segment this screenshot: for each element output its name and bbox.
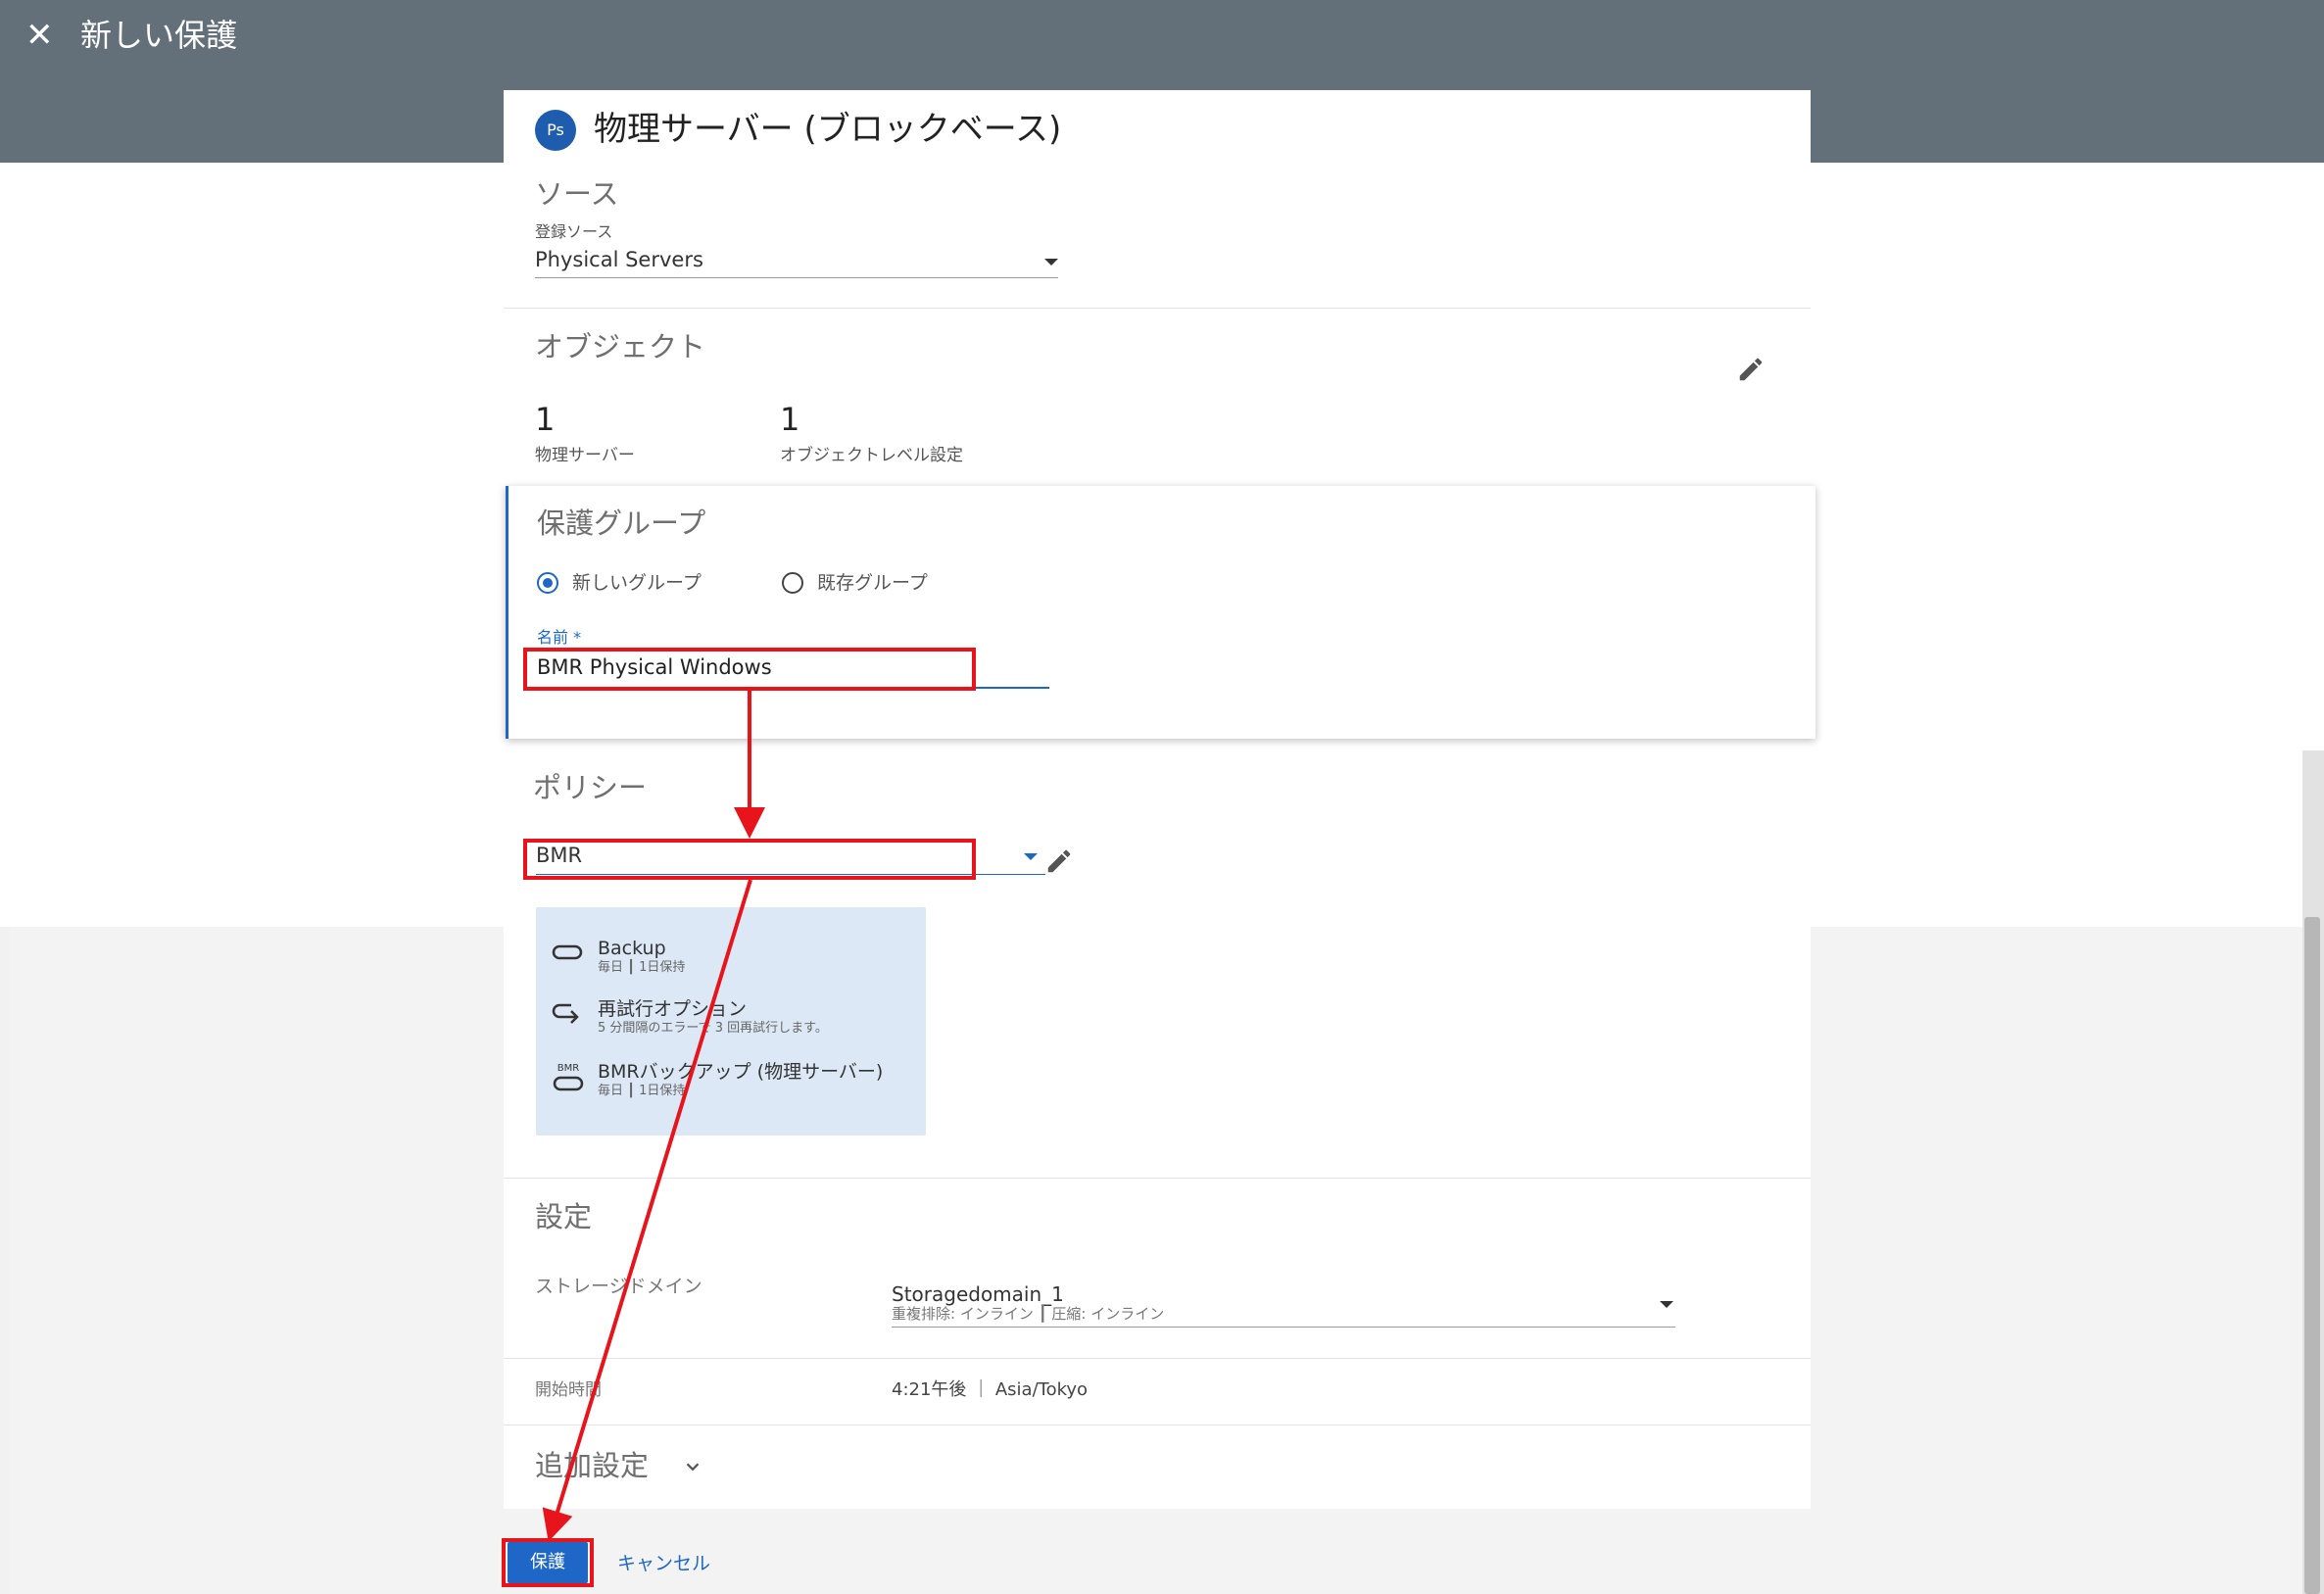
workload-badge-icon: Ps (535, 110, 576, 151)
policy-details-panel: Backup 毎日 ┃ 1日保持 再試行オプション 5 分間隔のエラーで 3 回… (536, 907, 926, 1135)
policy-bmr-name: BMRバックアップ (物理サーバー) (598, 1061, 884, 1083)
new-group-label: 新しいグループ (572, 572, 702, 594)
group-name-value: BMR Physical Windows (537, 655, 772, 679)
policy-select[interactable]: BMR (536, 835, 1045, 875)
divider (504, 1358, 1811, 1359)
object-level-settings-count: 1 (780, 401, 800, 438)
new-group-radio[interactable] (537, 572, 558, 594)
workload-title: 物理サーバー (ブロックベース) (594, 110, 1062, 149)
existing-group-radio[interactable] (782, 572, 803, 594)
registered-source-select[interactable]: Physical Servers (535, 243, 1058, 278)
divider (504, 1178, 1811, 1179)
input-underline (537, 687, 1049, 689)
retry-icon (552, 1003, 579, 1024)
edit-objects-pencil-icon[interactable] (1736, 355, 1766, 384)
storage-domain-label: ストレージドメイン (535, 1276, 702, 1297)
registered-source-value: Physical Servers (535, 248, 703, 271)
edit-policy-pencil-icon[interactable] (1044, 846, 1074, 876)
object-level-settings-label: オブジェクトレベル設定 (780, 446, 963, 465)
new-group-radio-option[interactable]: 新しいグループ (537, 568, 733, 598)
existing-group-label: 既存グループ (817, 572, 928, 594)
additional-settings-heading: 追加設定 (535, 1449, 650, 1482)
chevron-down-icon (686, 1463, 700, 1472)
chevron-down-icon (1044, 259, 1058, 266)
protection-form: Ps 物理サーバー (ブロックベース) ソース 登録ソース Physical S… (504, 90, 1811, 1509)
policy-backup-name: Backup (598, 938, 666, 959)
start-time-label: 開始時間 (535, 1380, 602, 1400)
protection-group-heading: 保護グループ (537, 507, 706, 540)
group-name-label: 名前 * (537, 628, 582, 647)
svg-text:BMR: BMR (557, 1063, 579, 1074)
select-underline (892, 1327, 1675, 1328)
physical-server-label: 物理サーバー (535, 446, 635, 465)
page-title: 新しい保護 (80, 17, 238, 54)
settings-heading: 設定 (535, 1200, 593, 1233)
objects-heading: オブジェクト (535, 330, 706, 363)
select-underline (535, 277, 1058, 278)
policy-retry-name: 再試行オプション (598, 998, 748, 1020)
storage-domain-select[interactable]: Storagedomain_1 重複排除: インライン ┃ 圧縮: インライン (892, 1280, 1675, 1328)
policy-backup-sub: 毎日 ┃ 1日保持 (598, 960, 686, 975)
backup-icon (552, 944, 583, 960)
existing-group-radio-option[interactable]: 既存グループ (782, 568, 978, 598)
source-heading: ソース (535, 177, 619, 211)
chevron-down-icon (1024, 853, 1038, 860)
registered-source-label: 登録ソース (535, 222, 613, 241)
group-name-input[interactable]: BMR Physical Windows (537, 649, 1049, 689)
storage-domain-sub: 重複排除: インライン ┃ 圧縮: インライン (892, 1305, 1165, 1323)
physical-server-count: 1 (535, 401, 556, 438)
policy-bmr-sub: 毎日 ┃ 1日保持 (598, 1084, 686, 1098)
divider (504, 308, 1811, 309)
close-icon[interactable]: ✕ (25, 16, 54, 55)
policy-heading: ポリシー (533, 771, 648, 804)
chevron-down-icon (1660, 1301, 1673, 1308)
protection-group-section: 保護グループ 新しいグループ 既存グループ 名前 * BMR Physical … (506, 486, 1816, 739)
scrollbar-thumb[interactable] (2304, 917, 2320, 1594)
select-underline (536, 874, 1045, 875)
policy-value: BMR (536, 844, 583, 867)
bmr-backup-icon: BMR (553, 1063, 584, 1091)
additional-settings-toggle[interactable]: 追加設定 (535, 1446, 731, 1487)
policy-retry-sub: 5 分間隔のエラーで 3 回再試行します。 (598, 1021, 828, 1036)
scrollbar[interactable] (2302, 750, 2324, 1594)
protect-button[interactable]: 保護 (508, 1542, 588, 1583)
start-time-value[interactable]: 4:21午後 ｜ Asia/Tokyo (892, 1379, 1088, 1401)
cancel-button[interactable]: キャンセル (617, 1550, 710, 1577)
